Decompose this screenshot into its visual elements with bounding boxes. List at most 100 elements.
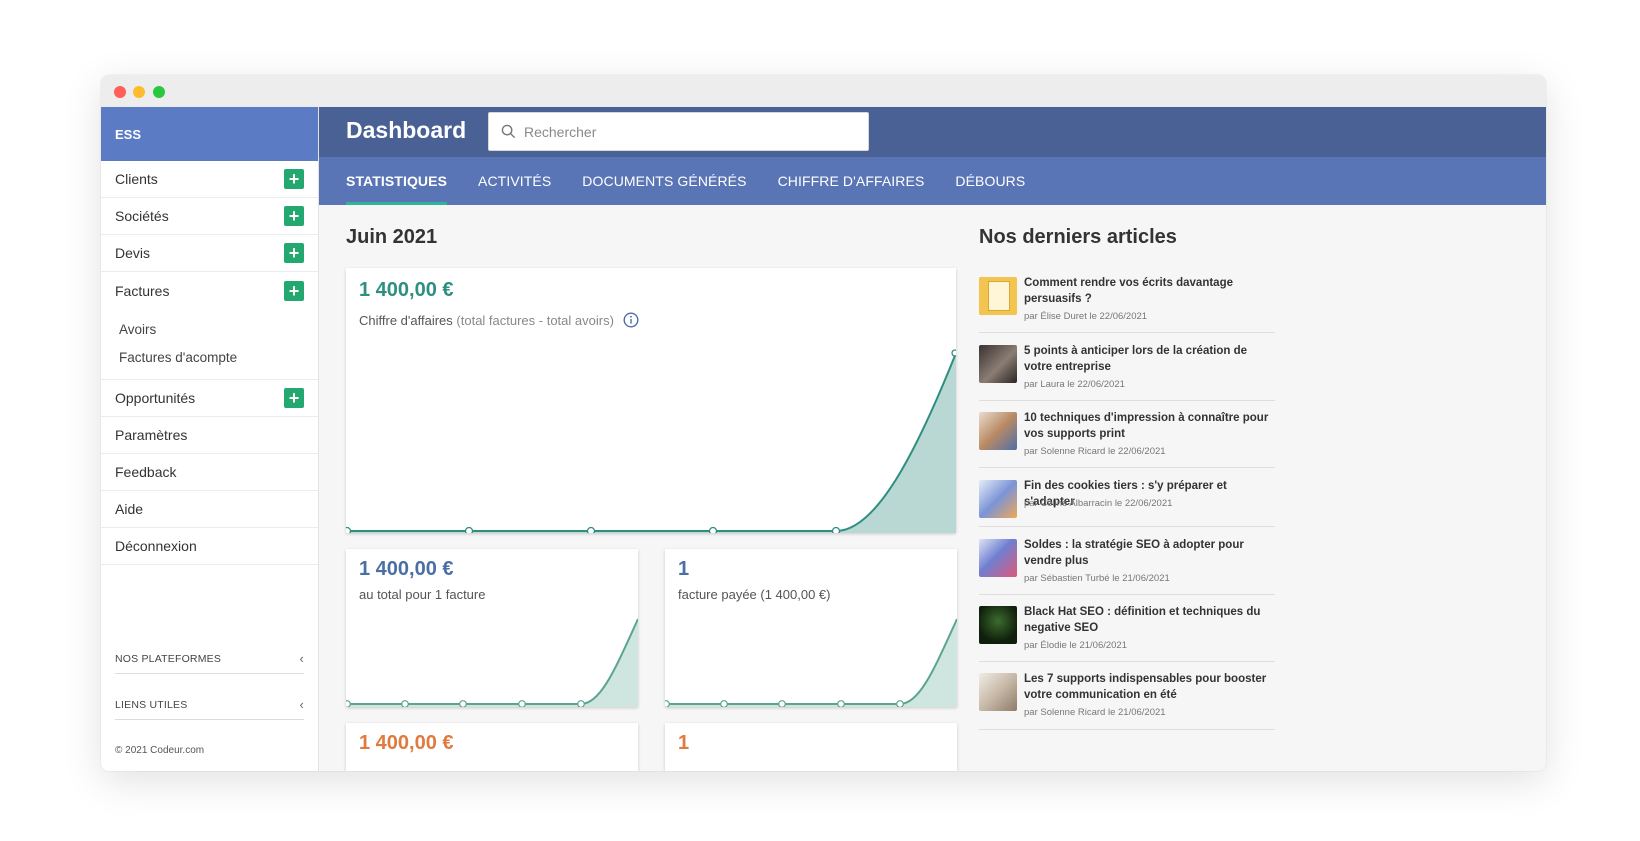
article-item[interactable]: 10 techniques d'impression à connaître p… [979, 412, 1275, 468]
sidebar-item-opportunites[interactable]: Opportunités + [101, 380, 318, 417]
article-item[interactable]: Soldes : la stratégie SEO à adopter pour… [979, 539, 1275, 595]
sidebar-item-societes[interactable]: Sociétés + [101, 198, 318, 235]
sidebar-item-label: Devis [115, 245, 151, 261]
article-item[interactable]: Fin des cookies tiers : s'y préparer et … [979, 480, 1275, 527]
article-meta: par Sébastien Turbé le 21/06/2021 [1024, 573, 1170, 584]
sidebar-item-factures-acompte[interactable]: Factures d'acompte [119, 343, 318, 371]
article-meta: par Laura le 22/06/2021 [1024, 379, 1125, 390]
sidebar-item-aide[interactable]: Aide [101, 491, 318, 528]
tab-chiffre-affaires[interactable]: CHIFFRE D'AFFAIRES [778, 157, 925, 205]
copyright: © 2021 Codeur.com [115, 745, 205, 756]
sidebar-item-label: Factures [115, 282, 170, 299]
article-item[interactable]: Comment rendre vos écrits davantage pers… [979, 277, 1275, 333]
chart-point [346, 700, 351, 707]
main-content: Juin 2021 1 400,00 € Chiffre d'affaires … [319, 205, 1546, 771]
sidebar-item-label: Sociétés [115, 208, 169, 224]
article-title[interactable]: Soldes : la stratégie SEO à adopter pour… [1024, 537, 1274, 569]
tab-documents-generes[interactable]: DOCUMENTS GÉNÉRÉS [582, 157, 746, 205]
total-card[interactable]: 1 400,00 € au total pour 1 facture [346, 549, 638, 707]
article-title[interactable]: Les 7 supports indispensables pour boost… [1024, 671, 1274, 703]
article-thumbnail [979, 480, 1017, 518]
sidebar-item-feedback[interactable]: Feedback [101, 454, 318, 491]
month-heading: Juin 2021 [346, 226, 438, 248]
revenue-chart [346, 349, 956, 533]
plus-icon[interactable]: + [284, 280, 304, 301]
chart-area [346, 353, 956, 533]
chart-point [586, 526, 596, 533]
paid-count: 1 [678, 558, 690, 580]
article-item[interactable]: Black Hat SEO : définition et techniques… [979, 606, 1275, 662]
chart-point [837, 700, 845, 707]
revenue-card[interactable]: 1 400,00 € Chiffre d'affaires (total fac… [346, 268, 956, 533]
sidebar-item-clients[interactable]: Clients + [101, 161, 318, 198]
plus-icon[interactable]: + [284, 206, 304, 226]
close-window-button[interactable] [114, 86, 126, 98]
chart-area [346, 619, 638, 707]
sidebar-item-deconnexion[interactable]: Déconnexion [101, 528, 318, 565]
revenue-label-main: Chiffre d'affaires [359, 313, 453, 328]
revenue-label-detail: (total factures - total avoirs) [456, 313, 614, 328]
plus-icon[interactable]: + [284, 169, 304, 189]
article-thumbnail [979, 539, 1017, 577]
factures-submenu: Avoirs Factures d'acompte [101, 309, 318, 380]
sidebar-item-devis[interactable]: Devis + [101, 235, 318, 272]
article-thumbnail [979, 673, 1017, 711]
article-meta: par Solenne Ricard le 22/06/2021 [1024, 446, 1166, 457]
sidebar-section-plateformes[interactable]: NOS PLATEFORMES ‹ [115, 644, 304, 674]
section-label: NOS PLATEFORMES [115, 652, 222, 665]
plus-icon[interactable]: + [284, 388, 304, 408]
chart-line [665, 618, 957, 705]
total-amount: 1 400,00 € [359, 558, 454, 580]
chart-point [951, 349, 956, 357]
sidebar-section-liens[interactable]: LIENS UTILES ‹ [115, 690, 304, 720]
chart-point [831, 526, 841, 533]
article-title[interactable]: Comment rendre vos écrits davantage pers… [1024, 275, 1274, 307]
articles-heading: Nos derniers articles [979, 226, 1177, 248]
chevron-left-icon[interactable]: ‹ [299, 697, 304, 712]
sidebar-item-avoirs[interactable]: Avoirs [119, 315, 318, 343]
chevron-left-icon[interactable]: ‹ [299, 651, 304, 666]
minimize-window-button[interactable] [133, 86, 145, 98]
sidebar-item-label: Déconnexion [115, 538, 197, 554]
sidebar-item-factures[interactable]: Factures + [101, 272, 318, 309]
app-window: ESS Clients + Sociétés + Devis + Facture… [101, 75, 1546, 771]
article-item[interactable]: 5 points à anticiper lors de la création… [979, 345, 1275, 401]
window-titlebar [101, 75, 1546, 107]
article-title[interactable]: Black Hat SEO : définition et techniques… [1024, 604, 1274, 636]
sidebar-item-parametres[interactable]: Paramètres [101, 417, 318, 454]
info-icon[interactable] [623, 312, 639, 328]
unpaid-card[interactable]: 1 400,00 € [346, 723, 638, 771]
maximize-window-button[interactable] [153, 86, 165, 98]
plus-icon[interactable]: + [284, 243, 304, 263]
article-title[interactable]: 10 techniques d'impression à connaître p… [1024, 410, 1274, 442]
article-meta: par Élodie le 21/06/2021 [1024, 640, 1127, 651]
article-thumbnail [979, 412, 1017, 450]
chart-point [577, 700, 585, 707]
brand[interactable]: ESS [101, 107, 318, 161]
paid-chart [665, 618, 957, 707]
top-header: Dashboard [319, 107, 1546, 157]
article-item[interactable]: Les 7 supports indispensables pour boost… [979, 673, 1275, 730]
article-title[interactable]: 5 points à anticiper lors de la création… [1024, 343, 1274, 375]
tab-debours[interactable]: DÉBOURS [955, 157, 1025, 205]
article-thumbnail [979, 345, 1017, 383]
tab-statistiques[interactable]: STATISTIQUES [346, 157, 448, 205]
chart-point [896, 700, 904, 707]
revenue-amount: 1 400,00 € [359, 279, 454, 301]
unpaid-count-card[interactable]: 1 [665, 723, 957, 771]
paid-card[interactable]: 1 facture payée (1 400,00 €) [665, 549, 957, 707]
total-label: au total pour 1 facture [359, 587, 486, 602]
article-thumbnail [979, 606, 1017, 644]
chart-point [665, 700, 670, 707]
tab-activites[interactable]: ACTIVITÉS [478, 157, 551, 205]
paid-label: facture payée (1 400,00 €) [678, 587, 831, 602]
search-box[interactable] [488, 112, 869, 151]
chart-line [346, 352, 956, 532]
chart-area [665, 619, 957, 707]
search-input[interactable] [524, 123, 844, 140]
chart-point [346, 526, 352, 533]
chart-line [346, 618, 638, 705]
sidebar-item-label: Clients [115, 171, 158, 187]
chart-point [708, 526, 718, 533]
chart-point [778, 700, 786, 707]
